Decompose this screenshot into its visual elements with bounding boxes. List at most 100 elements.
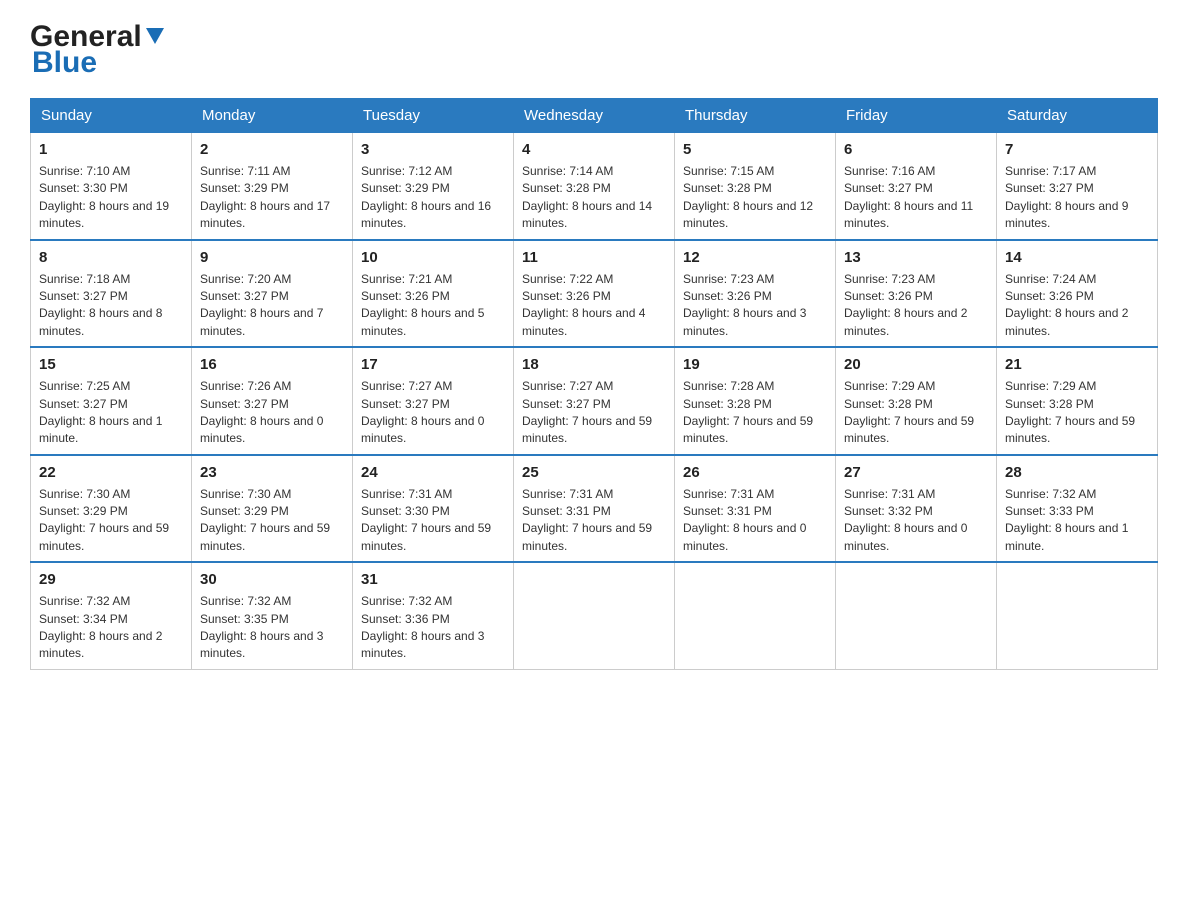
day-number: 10 [361,247,505,268]
day-number: 12 [683,247,827,268]
cell-content: Sunrise: 7:10 AMSunset: 3:30 PMDaylight:… [39,163,183,233]
cell-content: Sunrise: 7:30 AMSunset: 3:29 PMDaylight:… [200,486,344,556]
cell-content: Sunrise: 7:26 AMSunset: 3:27 PMDaylight:… [200,378,344,448]
cell-content: Sunrise: 7:16 AMSunset: 3:27 PMDaylight:… [844,163,988,233]
day-number: 5 [683,139,827,160]
day-number: 4 [522,139,666,160]
cell-content: Sunrise: 7:28 AMSunset: 3:28 PMDaylight:… [683,378,827,448]
logo-blue-text: Blue [32,46,97,80]
day-number: 27 [844,462,988,483]
cell-content: Sunrise: 7:20 AMSunset: 3:27 PMDaylight:… [200,271,344,341]
cell-content: Sunrise: 7:32 AMSunset: 3:34 PMDaylight:… [39,593,183,663]
calendar-cell: 8 Sunrise: 7:18 AMSunset: 3:27 PMDaylight… [31,240,192,348]
day-number: 15 [39,354,183,375]
day-number: 18 [522,354,666,375]
calendar-cell: 3 Sunrise: 7:12 AMSunset: 3:29 PMDaylight… [353,133,514,240]
cell-content: Sunrise: 7:21 AMSunset: 3:26 PMDaylight:… [361,271,505,341]
day-number: 19 [683,354,827,375]
header-thursday: Thursday [675,99,836,133]
cell-content: Sunrise: 7:11 AMSunset: 3:29 PMDaylight:… [200,163,344,233]
day-number: 8 [39,247,183,268]
cell-content: Sunrise: 7:27 AMSunset: 3:27 PMDaylight:… [361,378,505,448]
calendar-cell: 20 Sunrise: 7:29 AMSunset: 3:28 PMDayligh… [836,347,997,455]
cell-content: Sunrise: 7:31 AMSunset: 3:32 PMDaylight:… [844,486,988,556]
calendar-cell: 13Sunrise: 7:23 AMSunset: 3:26 PMDayligh… [836,240,997,348]
calendar-cell: 19 Sunrise: 7:28 AMSunset: 3:28 PMDayligh… [675,347,836,455]
day-number: 23 [200,462,344,483]
calendar-cell: 7 Sunrise: 7:17 AMSunset: 3:27 PMDaylight… [997,133,1158,240]
calendar-cell: 16 Sunrise: 7:26 AMSunset: 3:27 PMDayligh… [192,347,353,455]
cell-content: Sunrise: 7:31 AMSunset: 3:30 PMDaylight:… [361,486,505,556]
week-row-2: 8 Sunrise: 7:18 AMSunset: 3:27 PMDaylight… [31,240,1158,348]
cell-content: Sunrise: 7:25 AMSunset: 3:27 PMDaylight:… [39,378,183,448]
calendar-cell [997,562,1158,669]
calendar-table: SundayMondayTuesdayWednesdayThursdayFrid… [30,98,1158,670]
day-number: 20 [844,354,988,375]
cell-content: Sunrise: 7:23 AMSunset: 3:26 PMDaylight:… [844,271,988,341]
day-number: 16 [200,354,344,375]
week-row-1: 1 Sunrise: 7:10 AMSunset: 3:30 PMDaylight… [31,133,1158,240]
day-number: 14 [1005,247,1149,268]
day-number: 17 [361,354,505,375]
cell-content: Sunrise: 7:15 AMSunset: 3:28 PMDaylight:… [683,163,827,233]
header-friday: Friday [836,99,997,133]
cell-content: Sunrise: 7:29 AMSunset: 3:28 PMDaylight:… [844,378,988,448]
calendar-cell: 14 Sunrise: 7:24 AMSunset: 3:26 PMDayligh… [997,240,1158,348]
week-row-5: 29 Sunrise: 7:32 AMSunset: 3:34 PMDayligh… [31,562,1158,669]
cell-content: Sunrise: 7:32 AMSunset: 3:35 PMDaylight:… [200,593,344,663]
header-sunday: Sunday [31,99,192,133]
day-number: 3 [361,139,505,160]
calendar-cell [836,562,997,669]
logo-triangle-icon [144,24,166,46]
cell-content: Sunrise: 7:22 AMSunset: 3:26 PMDaylight:… [522,271,666,341]
calendar-cell: 23 Sunrise: 7:30 AMSunset: 3:29 PMDayligh… [192,455,353,563]
calendar-cell: 31Sunrise: 7:32 AMSunset: 3:36 PMDayligh… [353,562,514,669]
day-number: 9 [200,247,344,268]
cell-content: Sunrise: 7:31 AMSunset: 3:31 PMDaylight:… [683,486,827,556]
day-number: 24 [361,462,505,483]
day-number: 30 [200,569,344,590]
cell-content: Sunrise: 7:29 AMSunset: 3:28 PMDaylight:… [1005,378,1149,448]
calendar-cell: 5 Sunrise: 7:15 AMSunset: 3:28 PMDaylight… [675,133,836,240]
calendar-cell: 25 Sunrise: 7:31 AMSunset: 3:31 PMDayligh… [514,455,675,563]
logo: General Blue [30,20,166,80]
day-number: 28 [1005,462,1149,483]
calendar-cell: 29 Sunrise: 7:32 AMSunset: 3:34 PMDayligh… [31,562,192,669]
day-number: 22 [39,462,183,483]
calendar-header-row: SundayMondayTuesdayWednesdayThursdayFrid… [31,99,1158,133]
cell-content: Sunrise: 7:23 AMSunset: 3:26 PMDaylight:… [683,271,827,341]
header-monday: Monday [192,99,353,133]
calendar-cell: 10 Sunrise: 7:21 AMSunset: 3:26 PMDayligh… [353,240,514,348]
calendar-cell: 9 Sunrise: 7:20 AMSunset: 3:27 PMDaylight… [192,240,353,348]
calendar-cell [675,562,836,669]
day-number: 7 [1005,139,1149,160]
cell-content: Sunrise: 7:24 AMSunset: 3:26 PMDaylight:… [1005,271,1149,341]
day-number: 2 [200,139,344,160]
day-number: 25 [522,462,666,483]
day-number: 11 [522,247,666,268]
cell-content: Sunrise: 7:14 AMSunset: 3:28 PMDaylight:… [522,163,666,233]
calendar-cell: 15 Sunrise: 7:25 AMSunset: 3:27 PMDayligh… [31,347,192,455]
day-number: 26 [683,462,827,483]
cell-content: Sunrise: 7:32 AMSunset: 3:33 PMDaylight:… [1005,486,1149,556]
cell-content: Sunrise: 7:17 AMSunset: 3:27 PMDaylight:… [1005,163,1149,233]
week-row-4: 22 Sunrise: 7:30 AMSunset: 3:29 PMDayligh… [31,455,1158,563]
calendar-cell: 12 Sunrise: 7:23 AMSunset: 3:26 PMDayligh… [675,240,836,348]
calendar-cell: 30 Sunrise: 7:32 AMSunset: 3:35 PMDayligh… [192,562,353,669]
calendar-cell: 28 Sunrise: 7:32 AMSunset: 3:33 PMDayligh… [997,455,1158,563]
calendar-cell [514,562,675,669]
cell-content: Sunrise: 7:31 AMSunset: 3:31 PMDaylight:… [522,486,666,556]
day-number: 1 [39,139,183,160]
header-wednesday: Wednesday [514,99,675,133]
calendar-cell: 1 Sunrise: 7:10 AMSunset: 3:30 PMDaylight… [31,133,192,240]
day-number: 29 [39,569,183,590]
day-number: 31 [361,569,505,590]
cell-content: Sunrise: 7:18 AMSunset: 3:27 PMDaylight:… [39,271,183,341]
day-number: 21 [1005,354,1149,375]
calendar-cell: 24 Sunrise: 7:31 AMSunset: 3:30 PMDayligh… [353,455,514,563]
calendar-cell: 2 Sunrise: 7:11 AMSunset: 3:29 PMDaylight… [192,133,353,240]
cell-content: Sunrise: 7:12 AMSunset: 3:29 PMDaylight:… [361,163,505,233]
calendar-cell: 27 Sunrise: 7:31 AMSunset: 3:32 PMDayligh… [836,455,997,563]
week-row-3: 15 Sunrise: 7:25 AMSunset: 3:27 PMDayligh… [31,347,1158,455]
calendar-cell: 17 Sunrise: 7:27 AMSunset: 3:27 PMDayligh… [353,347,514,455]
